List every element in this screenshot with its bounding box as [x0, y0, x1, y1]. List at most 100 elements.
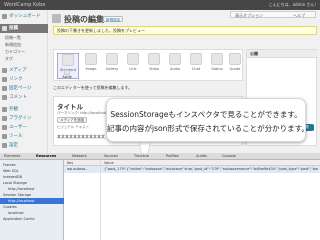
audio-format-icon — [169, 53, 181, 65]
format-label: Image — [85, 67, 97, 71]
publish-box-heading: 公開 — [247, 50, 318, 58]
post-formats-panel: Standard Image Gallery Link Video Audio … — [53, 49, 243, 81]
sidebar-item-label: ユーザー — [9, 125, 27, 130]
admin-bar: WordCamp Kobe こんにちは、admin さん! — [0, 0, 320, 10]
screenshot-root: WordCamp Kobe こんにちは、admin さん! ダッシュボード 投稿… — [0, 0, 320, 240]
sidebar-item-label: ダッシュボード — [9, 14, 41, 19]
sidebar-item-dashboard[interactable]: ダッシュボード — [0, 12, 48, 21]
sidebar-item-links[interactable]: リンク — [0, 75, 48, 84]
image-format-icon — [85, 53, 97, 65]
format-label: Quote — [229, 67, 241, 71]
plugin-icon — [2, 116, 7, 121]
format-quote[interactable]: Quote — [227, 53, 243, 79]
post-title-input[interactable]: タイトル — [57, 101, 83, 111]
video-format-icon — [148, 53, 160, 65]
editor-note: このエディターを使って投稿を編集します。 — [53, 85, 133, 90]
tab-resources[interactable]: Resources — [36, 154, 56, 158]
format-label: Status — [211, 67, 223, 71]
format-label: Video — [149, 67, 159, 71]
format-link[interactable]: Link — [122, 53, 144, 79]
standard-format-icon — [62, 54, 74, 66]
page-title: 投稿の編集 — [64, 15, 104, 24]
format-gallery[interactable]: Gallery — [101, 53, 123, 79]
media-icon — [2, 68, 7, 73]
permalink[interactable]: パーマリンク: http://localhost/ — [57, 111, 108, 116]
sidebar-item-label: 固定ページ — [9, 86, 32, 91]
sidebar-item-posts[interactable]: 投稿 — [0, 24, 48, 33]
format-chat[interactable]: Chat — [185, 53, 207, 79]
table-row[interactable]: wp-autosa... {"post_179":{"action":"auto… — [64, 166, 320, 173]
sidebar-item-label: ツール — [9, 134, 23, 139]
tools-icon — [2, 134, 7, 139]
sidebar-subitem-tags[interactable]: タグ — [0, 54, 48, 63]
devtools-panel: Elements Resources Network Sources Timel… — [0, 153, 320, 240]
format-label: Link — [129, 67, 137, 71]
tab-network[interactable]: Network — [72, 154, 87, 158]
format-video[interactable]: Video — [143, 53, 165, 79]
sidebar-item-plugins[interactable]: プラグイン — [0, 114, 48, 123]
sidebar-item-media[interactable]: メディア — [0, 66, 48, 75]
format-label: Audio — [170, 67, 180, 71]
editor-view-tabs[interactable]: ビジュアル テキスト — [57, 125, 89, 130]
format-image[interactable]: Image — [80, 53, 102, 79]
format-audio[interactable]: Audio — [164, 53, 186, 79]
format-aside[interactable]: Aside — [56, 70, 78, 80]
sidebar-item-label: 設定 — [9, 143, 18, 148]
post-body-text[interactable]: 本文本文本文本文本文本文 — [57, 134, 105, 140]
sidebar-item-label: メディア — [9, 68, 27, 73]
row-value: {"post_179":{"action":"autosave","autosa… — [104, 167, 318, 171]
tab-sources[interactable]: Sources — [104, 154, 118, 158]
appearance-icon — [2, 107, 7, 112]
format-label: Chat — [191, 67, 201, 71]
format-status[interactable]: Status — [206, 53, 228, 79]
screen-options-bar: 表示オプション ヘルプ — [230, 11, 316, 18]
annotation-callout: SessionStorageもインスペクタで見ることができます。 記事の内容がj… — [106, 98, 309, 142]
sidebar-item-users[interactable]: ユーザー — [0, 123, 48, 132]
tab-timeline[interactable]: Timeline — [134, 154, 149, 158]
comment-icon — [2, 95, 7, 100]
tab-elements[interactable]: Elements — [4, 154, 20, 158]
account-greeting[interactable]: こんにちは、admin さん! — [269, 2, 316, 8]
site-name-link[interactable]: WordCamp Kobe — [4, 2, 45, 8]
help-button[interactable]: ヘルプ — [293, 13, 305, 18]
sidebar-item-comments[interactable]: コメント — [0, 93, 48, 102]
update-notice: 投稿の下書きを更新しました。投稿をプレビュー — [53, 26, 317, 35]
add-new-button[interactable]: 新規追加 — [103, 16, 123, 22]
tab-profiles[interactable]: Profiles — [166, 154, 179, 158]
tab-audits[interactable]: Audits — [196, 154, 207, 158]
format-label: Gallery — [105, 67, 119, 71]
users-icon — [2, 125, 7, 130]
tree-item-application-cache[interactable]: Application Cache — [0, 216, 64, 222]
sidebar-item-label: プラグイン — [9, 116, 32, 121]
sidebar-item-label: リンク — [9, 77, 23, 82]
sidebar-item-tools[interactable]: ツール — [0, 132, 48, 141]
sidebar-item-label: 投稿 — [9, 26, 18, 31]
sidebar-item-label: 外観 — [9, 107, 18, 112]
storage-tree: Frames Web SQL IndexedDB Local Storage h… — [0, 160, 64, 240]
sidebar-item-settings[interactable]: 設定 — [0, 141, 48, 150]
pin-icon — [2, 26, 7, 31]
admin-sidebar: ダッシュボード 投稿 投稿一覧 新規追加 カテゴリー タグ メディア リンク 固… — [0, 10, 48, 153]
link-format-icon — [127, 53, 139, 65]
sidebar-item-label: コメント — [9, 95, 27, 100]
add-media-button[interactable]: メディアを追加 — [57, 117, 88, 123]
chat-format-icon — [190, 53, 202, 65]
pin-icon — [52, 14, 61, 23]
screen-options-button[interactable]: 表示オプション — [235, 13, 263, 18]
row-key: wp-autosa... — [67, 167, 89, 171]
link-icon — [2, 77, 7, 82]
tab-console[interactable]: Console — [222, 154, 236, 158]
callout-line-1: SessionStorageもインスペクタで見ることができます。 — [110, 110, 302, 119]
format-label: Aside — [62, 75, 72, 79]
settings-icon — [2, 143, 7, 148]
status-format-icon — [211, 53, 223, 65]
dashboard-icon — [2, 14, 7, 19]
page-icon — [2, 86, 7, 91]
sidebar-item-pages[interactable]: 固定ページ — [0, 84, 48, 93]
quote-format-icon — [229, 53, 241, 65]
sidebar-item-appearance[interactable]: 外観 — [0, 105, 48, 114]
gallery-format-icon — [106, 53, 118, 65]
storage-table: Key Value wp-autosa... {"post_179":{"act… — [64, 160, 320, 240]
column-divider[interactable] — [100, 160, 101, 240]
callout-line-2: 記事の内容がjson形式で保存されていることが分かります。 — [107, 124, 309, 133]
